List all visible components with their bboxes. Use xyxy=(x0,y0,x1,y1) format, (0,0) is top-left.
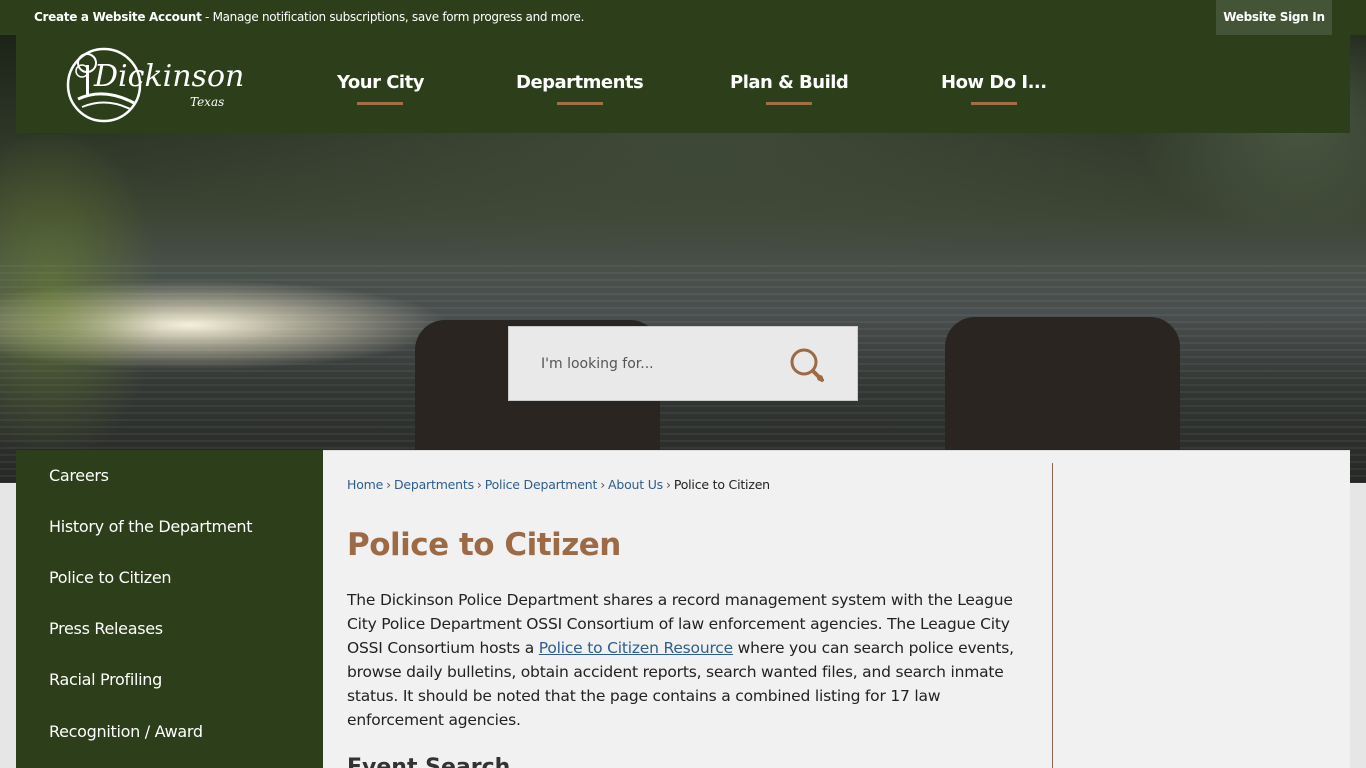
sidebar-item-police-to-citizen[interactable]: Police to Citizen xyxy=(49,568,172,587)
breadcrumb: Home › Departments › Police Department › About… xyxy=(347,477,770,492)
hero-leaves xyxy=(0,135,250,455)
create-account-description: - Manage notification subscriptions, sav… xyxy=(201,10,585,24)
nav-underline xyxy=(556,102,603,105)
event-search-heading: Event Search xyxy=(347,755,511,768)
create-account-message[interactable]: Create a Website Account - Manage notifi… xyxy=(34,10,584,24)
police-to-citizen-resource-link[interactable]: Police to Citizen Resource xyxy=(539,639,733,657)
search-icon[interactable] xyxy=(787,345,827,385)
page-title: Police to Citizen xyxy=(347,527,621,563)
nav-departments[interactable]: Departments xyxy=(516,72,644,105)
sidebar-item-press-releases[interactable]: Press Releases xyxy=(49,619,163,638)
breadcrumb-separator: › xyxy=(476,477,482,492)
content-divider xyxy=(1052,463,1053,768)
website-sign-in-button[interactable]: Website Sign In xyxy=(1216,0,1332,35)
nav-departments-label: Departments xyxy=(516,72,644,93)
sidebar-item-history[interactable]: History of the Department xyxy=(49,517,252,536)
sidebar-nav: Careers History of the Department Police… xyxy=(16,449,323,768)
sidebar-item-racial-profiling[interactable]: Racial Profiling xyxy=(49,670,162,689)
main-content: Home › Departments › Police Department › About… xyxy=(323,450,1350,768)
nav-plan-build-label: Plan & Build xyxy=(730,72,849,93)
site-search-box xyxy=(508,326,858,401)
nav-plan-build[interactable]: Plan & Build xyxy=(730,72,849,105)
nav-underline xyxy=(970,102,1017,105)
nav-underline xyxy=(357,102,404,105)
nav-underline xyxy=(766,102,813,105)
nav-how-do-i-label: How Do I... xyxy=(941,72,1047,93)
breadcrumb-separator: › xyxy=(386,477,391,492)
create-account-link[interactable]: Create a Website Account xyxy=(34,10,202,24)
breadcrumb-about-us[interactable]: About Us xyxy=(608,477,663,492)
logo-subtitle: Texas xyxy=(190,95,225,109)
sidebar-item-careers[interactable]: Careers xyxy=(49,466,109,485)
nav-your-city-label: Your City xyxy=(337,72,424,93)
breadcrumb-home[interactable]: Home xyxy=(347,477,383,492)
breadcrumb-separator: › xyxy=(600,477,605,492)
breadcrumb-separator: › xyxy=(666,477,671,492)
site-header: Dickinson Texas Your City Departments Pl… xyxy=(16,35,1350,133)
breadcrumb-current: Police to Citizen xyxy=(673,477,770,492)
breadcrumb-police-department[interactable]: Police Department xyxy=(485,477,598,492)
search-input[interactable] xyxy=(529,347,779,381)
nav-your-city[interactable]: Your City xyxy=(337,72,424,105)
intro-paragraph: The Dickinson Police Department shares a… xyxy=(347,588,1037,732)
logo-wordmark: Dickinson xyxy=(94,59,245,94)
nav-how-do-i[interactable]: How Do I... xyxy=(941,72,1047,105)
sidebar-item-recognition-award[interactable]: Recognition / Award xyxy=(49,722,203,741)
breadcrumb-departments[interactable]: Departments xyxy=(394,477,474,492)
top-account-bar: Create a Website Account - Manage notifi… xyxy=(0,0,1366,35)
